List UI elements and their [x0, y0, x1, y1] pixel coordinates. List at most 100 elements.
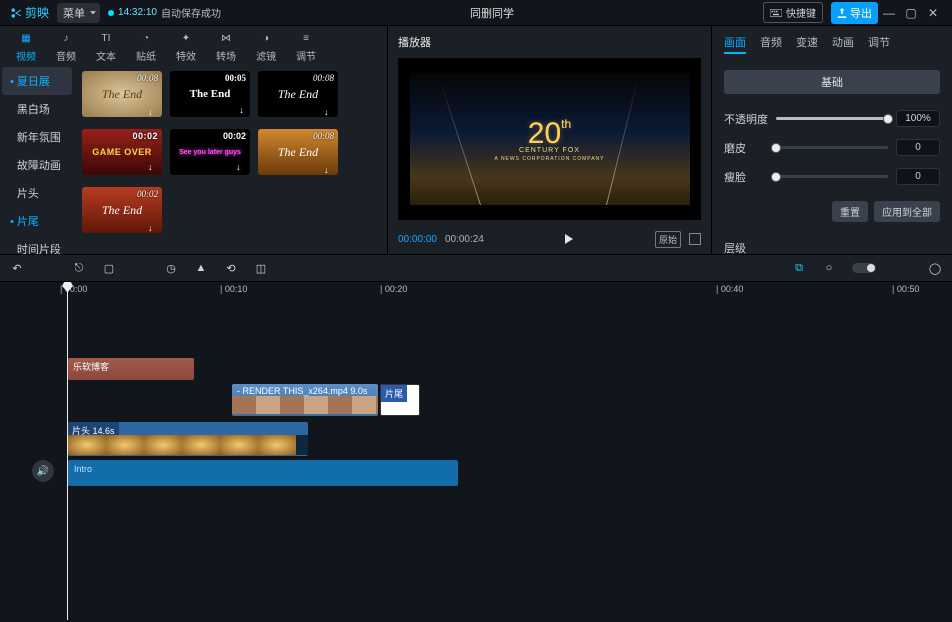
- aspect-ratio-button[interactable]: 原始: [655, 231, 681, 248]
- asset-tab-label: 特效: [166, 48, 206, 63]
- ruler-mark: | 00:20: [380, 284, 407, 294]
- split-button[interactable]: ⎋: [72, 261, 86, 275]
- apply-all-button[interactable]: 应用到全部: [874, 201, 940, 222]
- thumb-duration: 00:08: [137, 73, 158, 83]
- download-icon[interactable]: [236, 162, 247, 173]
- download-icon[interactable]: [236, 104, 247, 115]
- asset-tab-3[interactable]: ◔贴纸: [126, 30, 166, 63]
- slim-value[interactable]: 0: [896, 168, 940, 185]
- inspector-tab-4[interactable]: 调节: [868, 34, 890, 54]
- download-icon[interactable]: [148, 162, 159, 173]
- smooth-slider[interactable]: [776, 146, 888, 149]
- preview-title: 播放器: [388, 26, 711, 58]
- asset-thumb-0[interactable]: The End00:08: [82, 71, 162, 117]
- asset-thumb-2[interactable]: The End00:08: [258, 71, 338, 117]
- main-menu[interactable]: 菜单: [57, 3, 100, 23]
- inspector-tab-2[interactable]: 变速: [796, 34, 818, 54]
- keyboard-icon: [770, 9, 782, 17]
- clip-render[interactable]: - RENDER THIS_x264.mp4 9.0s: [232, 384, 378, 416]
- record-button[interactable]: ◷: [164, 261, 178, 275]
- thumb-preview: The End00:05: [170, 71, 250, 117]
- thumb-preview: The End00:08: [82, 71, 162, 117]
- sidebar-item-5[interactable]: 片尾: [2, 207, 72, 235]
- close-button[interactable]: ✕: [922, 6, 944, 20]
- scissors-icon: [8, 6, 22, 20]
- undo-button[interactable]: ↶: [10, 261, 24, 275]
- sidebar-item-3[interactable]: 故障动画: [2, 151, 72, 179]
- maximize-button[interactable]: ▢: [900, 6, 922, 20]
- sidebar-item-6[interactable]: 时间片段: [2, 235, 72, 254]
- asset-tab-2[interactable]: TI文本: [86, 30, 126, 63]
- time-ruler[interactable]: | 00:00| 00:10| 00:20| 00:40| 00:50: [64, 282, 942, 300]
- crop-button[interactable]: ◫: [254, 261, 268, 275]
- track-mute-button[interactable]: 🔊: [32, 460, 54, 482]
- opacity-value[interactable]: 100%: [896, 110, 940, 127]
- total-time: 00:00:24: [445, 234, 484, 245]
- asset-tab-icon: ▦: [6, 30, 46, 46]
- thumb-duration: 00:08: [313, 131, 334, 141]
- zoom-fit-button[interactable]: ◯: [928, 261, 942, 275]
- download-icon[interactable]: [148, 104, 159, 115]
- asset-tab-0[interactable]: ▦视频: [6, 30, 46, 63]
- inspector-panel: 画面音频变速动画调节 基础 不透明度 100% 磨皮 0 瘦脸 0 重置 应用到…: [712, 26, 952, 254]
- link-button[interactable]: ○: [822, 261, 836, 275]
- inspector-tab-3[interactable]: 动画: [832, 34, 854, 54]
- asset-tab-label: 音频: [46, 48, 86, 63]
- sidebar-item-4[interactable]: 片头: [2, 179, 72, 207]
- export-button[interactable]: 导出: [831, 2, 878, 24]
- basic-section[interactable]: 基础: [724, 70, 940, 94]
- delete-button[interactable]: ▢: [102, 261, 116, 275]
- asset-thumb-5[interactable]: The End00:08: [258, 129, 338, 175]
- inspector-tab-0[interactable]: 画面: [724, 34, 746, 54]
- opacity-slider[interactable]: [776, 117, 888, 120]
- asset-tab-1[interactable]: ♪音频: [46, 30, 86, 63]
- sidebar-item-2[interactable]: 新年氛围: [2, 123, 72, 151]
- play-button[interactable]: [565, 234, 573, 244]
- asset-tab-4[interactable]: ✦特效: [166, 30, 206, 63]
- layer-label: 层级: [712, 230, 952, 256]
- reset-button[interactable]: 重置: [832, 201, 868, 222]
- download-icon[interactable]: [324, 104, 335, 115]
- sidebar-item-1[interactable]: 黑白场: [2, 95, 72, 123]
- clip-intro[interactable]: 片头 14.6s: [68, 422, 308, 456]
- thumb-duration: 00:05: [225, 73, 246, 83]
- asset-tab-label: 贴纸: [126, 48, 166, 63]
- thumb-duration: 00:02: [223, 131, 246, 141]
- minimize-button[interactable]: —: [878, 6, 900, 20]
- asset-thumb-1[interactable]: The End00:05: [170, 71, 250, 117]
- asset-tab-label: 滤镜: [246, 48, 286, 63]
- reverse-button[interactable]: ⟲: [224, 261, 238, 275]
- preview-toggle[interactable]: [852, 263, 876, 273]
- magnet-button[interactable]: ⧉: [792, 261, 806, 275]
- sidebar-item-0[interactable]: 夏日展: [2, 67, 72, 95]
- clip-audio[interactable]: Intro: [68, 460, 458, 486]
- export-icon: [837, 8, 847, 18]
- freeze-button[interactable]: ▲: [194, 261, 208, 275]
- logo-th: th: [561, 117, 571, 131]
- asset-tab-5[interactable]: ⋈转场: [206, 30, 246, 63]
- asset-tab-6[interactable]: ◑滤镜: [246, 30, 286, 63]
- playhead[interactable]: [67, 282, 68, 620]
- preview-viewport[interactable]: 20th CENTURY FOX A NEWS CORPORATION COMP…: [398, 58, 701, 220]
- download-icon[interactable]: [148, 220, 159, 231]
- preview-panel: 播放器 20th CENTURY FOX A NEWS CORPORATION …: [388, 26, 712, 254]
- asset-thumb-3[interactable]: GAME OVER00:02: [82, 129, 162, 175]
- thumb-preview: GAME OVER00:02: [82, 129, 162, 175]
- asset-tab-7[interactable]: ≡调节: [286, 30, 326, 63]
- download-icon[interactable]: [324, 162, 335, 173]
- smooth-value[interactable]: 0: [896, 139, 940, 156]
- asset-tab-icon: ≡: [286, 30, 326, 46]
- shortcuts-label: 快捷键: [786, 5, 816, 20]
- clip-text[interactable]: 乐软博客: [68, 358, 194, 380]
- slim-row: 瘦脸 0: [724, 168, 940, 185]
- asset-thumb-6[interactable]: The End00:02: [82, 187, 162, 233]
- asset-thumb-4[interactable]: See you later guys00:02: [170, 129, 250, 175]
- shortcuts-button[interactable]: 快捷键: [763, 2, 823, 23]
- preview-controls: 00:00:00 00:00:24 原始: [388, 224, 711, 254]
- inspector-tab-1[interactable]: 音频: [760, 34, 782, 54]
- opacity-label: 不透明度: [724, 111, 768, 127]
- fullscreen-button[interactable]: [689, 233, 701, 245]
- slim-slider[interactable]: [776, 175, 888, 178]
- timeline[interactable]: | 00:00| 00:10| 00:20| 00:40| 00:50 🔊 乐软…: [0, 282, 952, 620]
- clip-outro[interactable]: 片尾: [380, 384, 420, 416]
